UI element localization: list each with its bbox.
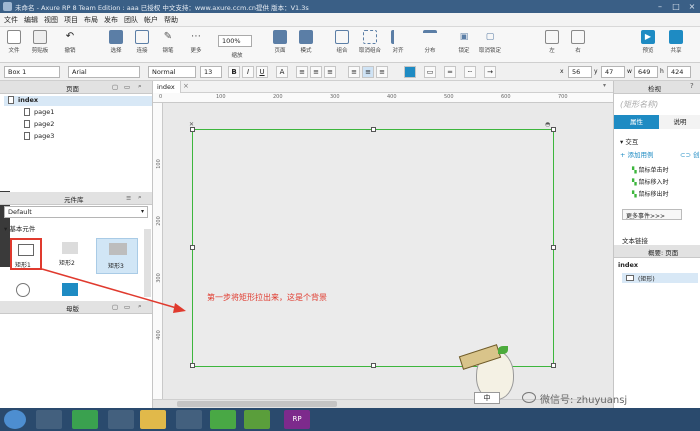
- rectangle-icon: [626, 275, 634, 281]
- taskbar-app-6-icon[interactable]: [210, 410, 236, 429]
- inspector-header: 检视 ?: [614, 81, 700, 94]
- create-link[interactable]: ⊂⊃ 创建: [680, 149, 700, 159]
- text-link-section[interactable]: 文本链接: [622, 235, 648, 245]
- event-icon: ▚: [632, 179, 637, 186]
- inspector-title: 检视: [648, 85, 661, 93]
- outline-item[interactable]: (矩形): [622, 273, 698, 283]
- start-icon[interactable]: [4, 410, 26, 429]
- folder-icon[interactable]: [140, 410, 166, 429]
- leaf-icon: [498, 346, 508, 354]
- interactions-section[interactable]: ▾ 交互: [620, 136, 638, 146]
- add-case-link[interactable]: + 添加用例: [620, 149, 654, 159]
- wechat-icon: [522, 392, 536, 403]
- event-icon: ▚: [632, 167, 637, 174]
- widget-name-field[interactable]: (矩形名称): [620, 99, 658, 110]
- taskbar: RP: [0, 408, 700, 431]
- taskbar-app-2-icon[interactable]: [72, 410, 98, 429]
- tab-notes[interactable]: 说明: [659, 115, 700, 129]
- more-events-button[interactable]: 更多事件>>>: [622, 209, 682, 220]
- right-panel: 检视 ? (矩形名称) 属性 说明 ▾ 交互 + 添加用例 ⊂⊃ 创建 ▚ 鼠标…: [613, 81, 700, 408]
- taskbar-app-7-icon[interactable]: [244, 410, 270, 429]
- taskbar-app-5-icon[interactable]: [176, 410, 202, 429]
- outline-title: 概要: 页面: [648, 249, 679, 257]
- event-icon: ▚: [632, 191, 637, 198]
- outline-header: 概要: 页面: [614, 245, 700, 258]
- annotation-arrow: [41, 268, 186, 313]
- tab-properties[interactable]: 属性: [614, 115, 659, 129]
- ime-indicator: 中: [474, 392, 500, 404]
- axure-rp-taskbar-icon[interactable]: RP: [284, 410, 310, 429]
- watermark-text: 微信号: zhuyuansj: [540, 395, 628, 406]
- taskbar-app-1-icon[interactable]: [36, 410, 62, 429]
- event-onclick[interactable]: ▚ 鼠标单击时: [632, 165, 669, 174]
- event-mouseleave[interactable]: ▚ 鼠标移出时: [632, 189, 669, 198]
- taskbar-app-3-icon[interactable]: [108, 410, 134, 429]
- outline-page[interactable]: index: [618, 261, 638, 269]
- event-mouseenter[interactable]: ▚ 鼠标移入时: [632, 177, 669, 186]
- help-icon[interactable]: ?: [690, 82, 694, 90]
